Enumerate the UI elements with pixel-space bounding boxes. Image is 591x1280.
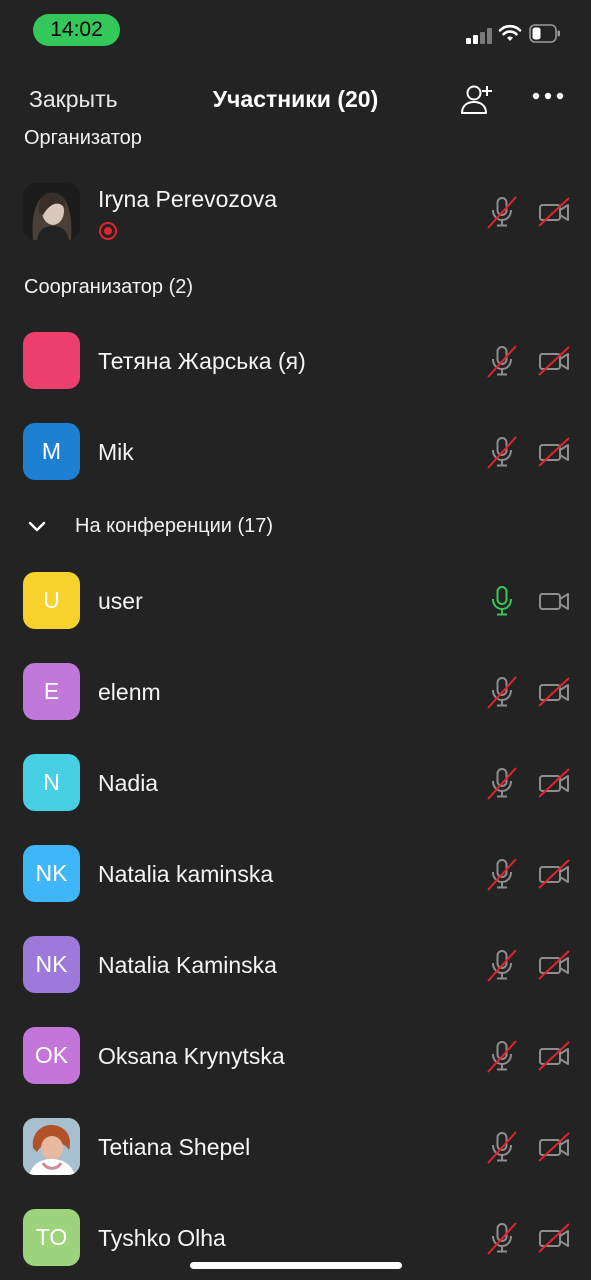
participant-row[interactable]: E elenm bbox=[0, 653, 591, 733]
chevron-down-icon bbox=[28, 521, 46, 532]
section-in-meeting-toggle[interactable]: На конференции (17) bbox=[24, 510, 273, 542]
participant-row-host[interactable]: Iryna Perevozova bbox=[0, 173, 591, 253]
mic-muted-icon[interactable] bbox=[487, 948, 517, 982]
avatar: NK bbox=[23, 845, 80, 902]
video-off-icon[interactable] bbox=[538, 675, 570, 709]
participant-row[interactable]: N Nadia bbox=[0, 744, 591, 824]
wifi-icon bbox=[498, 24, 522, 41]
participant-name: Natalia kaminska bbox=[98, 861, 274, 887]
avatar: NK bbox=[23, 936, 80, 993]
video-off-icon[interactable] bbox=[538, 948, 570, 982]
avatar bbox=[23, 332, 80, 389]
recording-icon bbox=[99, 222, 117, 240]
participant-name: Тетяна Жарська (я) bbox=[98, 348, 306, 374]
participant-row[interactable]: OK Oksana Krynytska bbox=[0, 1017, 591, 1097]
participant-row[interactable]: Tetiana Shepel bbox=[0, 1108, 591, 1188]
participant-row[interactable]: U user bbox=[0, 562, 591, 642]
section-in-meeting-label: На конференции (17) bbox=[75, 514, 274, 537]
participant-row[interactable]: NK Natalia kaminska bbox=[0, 835, 591, 915]
participant-name: Natalia Kaminska bbox=[98, 952, 277, 978]
video-on-icon[interactable] bbox=[538, 584, 570, 618]
participant-row[interactable]: Тетяна Жарська (я) bbox=[0, 322, 591, 402]
video-off-icon[interactable] bbox=[538, 1221, 570, 1255]
video-off-icon[interactable] bbox=[538, 344, 570, 378]
add-person-icon[interactable] bbox=[460, 82, 494, 116]
video-off-icon[interactable] bbox=[538, 435, 570, 469]
video-off-icon[interactable] bbox=[538, 1130, 570, 1164]
participant-name: user bbox=[98, 588, 143, 614]
avatar: TO bbox=[23, 1209, 80, 1266]
avatar-photo bbox=[23, 183, 80, 240]
avatar: M bbox=[23, 423, 80, 480]
participant-row[interactable]: NK Natalia Kaminska bbox=[0, 926, 591, 1006]
participant-name: Tetiana Shepel bbox=[98, 1134, 251, 1160]
cellular-signal-icon bbox=[466, 28, 492, 44]
participant-name: Nadia bbox=[98, 770, 159, 796]
header: Закрыть Участники (20) bbox=[0, 70, 591, 130]
home-indicator bbox=[190, 1262, 402, 1269]
participant-name: Mik bbox=[98, 439, 134, 465]
mic-muted-icon[interactable] bbox=[487, 344, 517, 378]
participant-name: Tyshko Olha bbox=[98, 1225, 226, 1251]
video-off-icon[interactable] bbox=[538, 195, 570, 229]
avatar-photo bbox=[23, 1118, 80, 1175]
battery-icon bbox=[529, 24, 560, 43]
avatar: U bbox=[23, 572, 80, 629]
mic-muted-icon[interactable] bbox=[487, 435, 517, 469]
mic-muted-icon[interactable] bbox=[487, 675, 517, 709]
avatar: E bbox=[23, 663, 80, 720]
mic-muted-icon[interactable] bbox=[487, 1130, 517, 1164]
participant-name: elenm bbox=[98, 679, 161, 705]
mic-muted-icon[interactable] bbox=[487, 766, 517, 800]
video-off-icon[interactable] bbox=[538, 857, 570, 891]
mic-muted-icon[interactable] bbox=[487, 1039, 517, 1073]
participant-row[interactable]: M Mik bbox=[0, 413, 591, 493]
status-time: 14:02 bbox=[33, 14, 120, 46]
video-off-icon[interactable] bbox=[538, 766, 570, 800]
section-host-label: Организатор bbox=[24, 127, 142, 149]
mic-muted-icon[interactable] bbox=[487, 195, 517, 229]
mic-active-icon[interactable] bbox=[487, 584, 517, 618]
participant-name: Oksana Krynytska bbox=[98, 1043, 285, 1069]
mic-muted-icon[interactable] bbox=[487, 857, 517, 891]
status-bar: 14:02 bbox=[0, 0, 591, 60]
video-off-icon[interactable] bbox=[538, 1039, 570, 1073]
more-dots-icon[interactable] bbox=[532, 90, 564, 102]
participant-name: Iryna Perevozova bbox=[98, 186, 277, 212]
avatar: N bbox=[23, 754, 80, 811]
section-cohost-label: Соорганизатор (2) bbox=[24, 276, 194, 298]
page-title: Участники (20) bbox=[212, 86, 379, 112]
avatar: OK bbox=[23, 1027, 80, 1084]
mic-muted-icon[interactable] bbox=[487, 1221, 517, 1255]
